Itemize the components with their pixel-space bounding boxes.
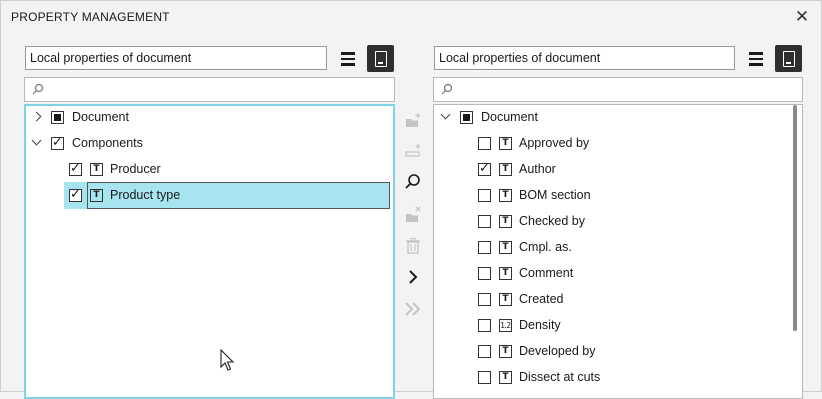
- right-source-combo[interactable]: Local properties of document: [434, 46, 735, 70]
- property-label: Comment: [519, 266, 574, 280]
- property-label: Checked by: [519, 214, 586, 228]
- property-label: Created: [519, 292, 564, 306]
- find-icon[interactable]: [402, 171, 424, 193]
- checkbox[interactable]: [478, 188, 491, 202]
- tree-item-document[interactable]: Document: [31, 105, 129, 129]
- text-type-icon: T: [499, 240, 512, 254]
- double-chevron-right-icon[interactable]: [402, 298, 424, 320]
- property-label: Approved by: [519, 136, 590, 150]
- text-type-icon: T: [90, 162, 103, 176]
- property-label: Dissect at cuts: [519, 370, 601, 384]
- text-type-icon: T: [499, 292, 512, 306]
- vertical-scrollbar[interactable]: [793, 105, 797, 331]
- text-type-icon: T: [499, 344, 512, 358]
- property-row[interactable]: T Cmpl. as.: [478, 235, 572, 259]
- add-folder-icon[interactable]: [402, 109, 424, 131]
- delete-folder-icon[interactable]: [402, 204, 424, 226]
- mouse-cursor-icon: [220, 349, 235, 371]
- collapse-chevron-icon[interactable]: [31, 137, 43, 149]
- property-label: Developed by: [519, 344, 596, 358]
- tree-item-label: Product type: [110, 188, 181, 202]
- text-type-icon: T: [499, 136, 512, 150]
- property-row[interactable]: T Created: [478, 287, 563, 311]
- dialog-title: PROPERTY MANAGEMENT: [11, 10, 170, 24]
- property-row[interactable]: 1.2 Density: [478, 313, 561, 337]
- close-icon[interactable]: ✕: [791, 7, 813, 27]
- left-source-combo[interactable]: Local properties of document: [25, 46, 327, 70]
- left-document-view-icon[interactable]: [367, 45, 394, 72]
- right-document-view-icon[interactable]: [775, 45, 802, 72]
- search-icon: [32, 83, 44, 95]
- chevron-right-icon[interactable]: [402, 266, 424, 288]
- add-property-icon[interactable]: [402, 141, 424, 163]
- tree-item-document[interactable]: Document: [440, 105, 538, 129]
- tree-item-producer[interactable]: T Producer: [69, 157, 161, 181]
- expand-chevron-icon[interactable]: [31, 111, 43, 123]
- checkbox[interactable]: [478, 370, 491, 384]
- property-row[interactable]: T Checked by: [478, 209, 585, 233]
- property-label: Cmpl. as.: [519, 240, 572, 254]
- text-type-icon: T: [499, 370, 512, 384]
- property-row[interactable]: T Approved by: [478, 131, 589, 155]
- property-row[interactable]: T BOM section: [478, 183, 591, 207]
- right-menu-icon[interactable]: [743, 46, 769, 72]
- tree-item-product-type[interactable]: T Product type: [69, 183, 180, 207]
- checkbox[interactable]: [478, 344, 491, 358]
- checkbox[interactable]: [478, 161, 491, 177]
- checkbox[interactable]: [478, 214, 491, 228]
- property-label: BOM section: [519, 188, 591, 202]
- property-label: Density: [519, 318, 561, 332]
- property-row[interactable]: T Comment: [478, 261, 573, 285]
- tree-item-label: Document: [72, 110, 129, 124]
- text-type-icon: T: [499, 162, 512, 176]
- checkbox[interactable]: [478, 292, 491, 306]
- left-search-input[interactable]: [24, 77, 395, 102]
- tri-state-checkbox[interactable]: [460, 110, 473, 124]
- text-type-icon: T: [499, 214, 512, 228]
- left-menu-icon[interactable]: [335, 46, 361, 72]
- checkbox[interactable]: [51, 135, 64, 151]
- property-management-dialog: PROPERTY MANAGEMENT ✕ Local properties o…: [0, 0, 822, 399]
- text-type-icon: T: [499, 266, 512, 280]
- property-row[interactable]: T Author: [478, 157, 556, 181]
- tree-item-label: Producer: [110, 162, 161, 176]
- tree-item-label: Document: [481, 110, 538, 124]
- tri-state-checkbox[interactable]: [51, 110, 64, 124]
- text-type-icon: T: [90, 188, 103, 202]
- property-row[interactable]: T Dissect at cuts: [478, 365, 600, 389]
- search-icon: [441, 83, 453, 95]
- collapse-chevron-icon[interactable]: [440, 111, 452, 123]
- trash-icon[interactable]: [402, 235, 424, 257]
- text-type-icon: T: [499, 188, 512, 202]
- title-bar: PROPERTY MANAGEMENT ✕: [1, 1, 821, 33]
- tree-item-components[interactable]: Components: [31, 131, 143, 155]
- checkbox[interactable]: [478, 266, 491, 280]
- checkbox[interactable]: [478, 136, 491, 150]
- property-row[interactable]: T Developed by: [478, 339, 595, 363]
- number-type-icon: 1.2: [499, 318, 512, 332]
- property-label: Author: [519, 162, 556, 176]
- checkbox[interactable]: [69, 161, 82, 177]
- checkbox[interactable]: [478, 318, 491, 332]
- right-search-input[interactable]: [433, 77, 803, 102]
- checkbox[interactable]: [69, 187, 82, 203]
- checkbox[interactable]: [478, 240, 491, 254]
- tree-item-label: Components: [72, 136, 143, 150]
